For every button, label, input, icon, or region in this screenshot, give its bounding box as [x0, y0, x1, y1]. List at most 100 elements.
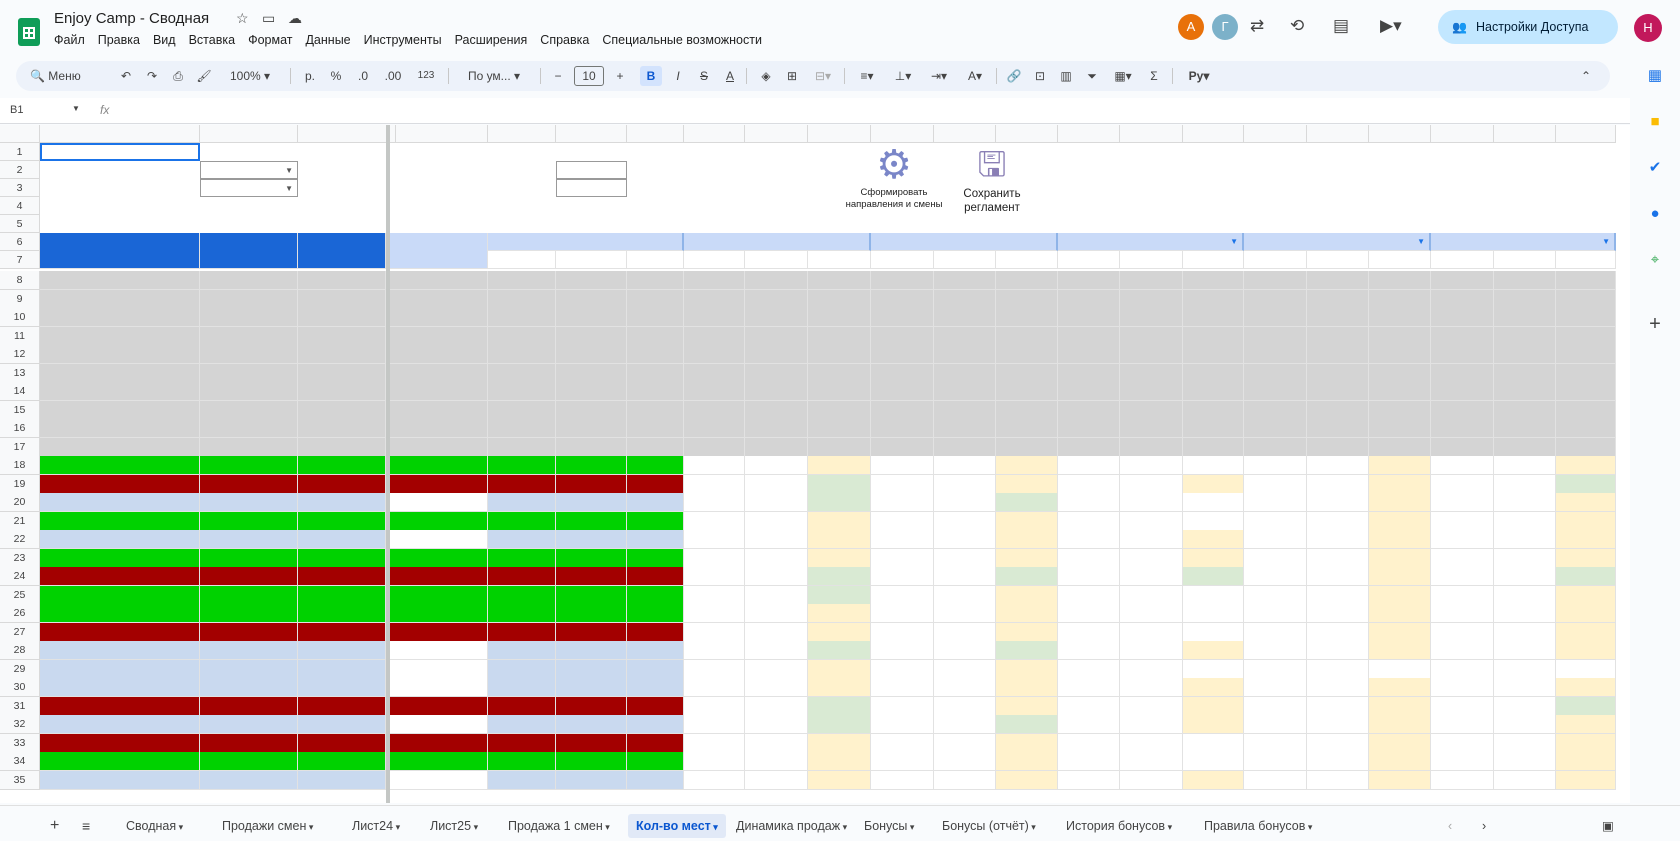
row-value[interactable]: [1183, 660, 1244, 679]
row-value[interactable]: [1244, 475, 1307, 494]
row-value[interactable]: [745, 382, 808, 401]
row-start-date[interactable]: [200, 475, 298, 494]
row-header[interactable]: 28: [0, 641, 40, 660]
row-area-name[interactable]: [40, 567, 200, 586]
text-rotation-icon[interactable]: A▾: [960, 66, 990, 86]
row-start-date[interactable]: [200, 308, 298, 327]
row-status[interactable]: [390, 678, 488, 697]
row-value[interactable]: [1244, 771, 1307, 790]
row-value[interactable]: [1307, 567, 1369, 586]
column-header[interactable]: [488, 125, 556, 143]
row-value[interactable]: [871, 752, 934, 771]
row-value[interactable]: [1369, 419, 1431, 438]
row-status[interactable]: [390, 641, 488, 660]
row-value[interactable]: [745, 623, 808, 642]
row-value[interactable]: [1058, 752, 1120, 771]
row-value[interactable]: [745, 549, 808, 568]
row-value[interactable]: [934, 549, 996, 568]
header-group[interactable]: [871, 233, 1058, 251]
row-value[interactable]: [488, 271, 556, 290]
row-value[interactable]: [808, 549, 871, 568]
row-value[interactable]: [934, 771, 996, 790]
menu-item[interactable]: Вставка: [189, 33, 242, 47]
header-sub[interactable]: [808, 251, 871, 269]
row-value[interactable]: [1369, 623, 1431, 642]
row-value[interactable]: [1244, 345, 1307, 364]
header-group[interactable]: ▼: [1244, 233, 1431, 251]
row-value[interactable]: [1120, 641, 1183, 660]
row-value[interactable]: [627, 734, 684, 753]
row-value[interactable]: [1120, 771, 1183, 790]
row-value[interactable]: [488, 456, 556, 475]
avatar-a[interactable]: А: [1178, 14, 1204, 40]
row-value[interactable]: [996, 641, 1058, 660]
row-value[interactable]: [1183, 734, 1244, 753]
row-value[interactable]: [684, 438, 745, 457]
row-start-date[interactable]: [200, 382, 298, 401]
vertical-align-icon[interactable]: ⊥▾: [888, 66, 918, 86]
row-value[interactable]: [745, 771, 808, 790]
row-value[interactable]: [627, 493, 684, 512]
row-value[interactable]: [1431, 771, 1494, 790]
collapse-toolbar-icon[interactable]: ⌃: [1576, 66, 1596, 86]
row-value[interactable]: [488, 604, 556, 623]
row-value[interactable]: [1494, 493, 1556, 512]
menu-item[interactable]: Специальные возможности: [602, 33, 769, 47]
row-value[interactable]: [627, 586, 684, 605]
row-status[interactable]: [390, 715, 488, 734]
row-value[interactable]: [1183, 604, 1244, 623]
row-value[interactable]: [1494, 752, 1556, 771]
row-value[interactable]: [488, 382, 556, 401]
row-value[interactable]: [556, 401, 627, 420]
row-area-name[interactable]: [40, 697, 200, 716]
row-value[interactable]: [1431, 364, 1494, 383]
tasks-icon[interactable]: ✔: [1645, 158, 1665, 178]
row-value[interactable]: [1431, 586, 1494, 605]
row-value[interactable]: [1369, 493, 1431, 512]
row-value[interactable]: [808, 364, 871, 383]
row-header[interactable]: 22: [0, 530, 40, 549]
column-header[interactable]: [40, 125, 200, 143]
row-value[interactable]: [745, 271, 808, 290]
row-value[interactable]: [808, 715, 871, 734]
row-value[interactable]: [627, 771, 684, 790]
row-value[interactable]: [1431, 271, 1494, 290]
row-value[interactable]: [627, 308, 684, 327]
row-start-date[interactable]: [200, 456, 298, 475]
row-value[interactable]: [745, 308, 808, 327]
row-area-name[interactable]: [40, 604, 200, 623]
header-sub[interactable]: [556, 251, 627, 269]
row-value[interactable]: [488, 641, 556, 660]
row-value[interactable]: [1307, 456, 1369, 475]
row-value[interactable]: [627, 549, 684, 568]
row-value[interactable]: [745, 715, 808, 734]
row-start-date[interactable]: [200, 493, 298, 512]
row-value[interactable]: [1244, 530, 1307, 549]
row-value[interactable]: [1183, 586, 1244, 605]
row-value[interactable]: [1120, 604, 1183, 623]
row-value[interactable]: [1058, 382, 1120, 401]
row-value[interactable]: [1120, 308, 1183, 327]
row-end-date[interactable]: [298, 364, 386, 383]
name-box[interactable]: B1 ▼: [10, 104, 80, 116]
sheets-logo-icon[interactable]: [18, 18, 40, 46]
row-value[interactable]: [1494, 512, 1556, 531]
row-value[interactable]: [556, 327, 627, 346]
row-header[interactable]: 33: [0, 734, 40, 753]
row-value[interactable]: [1494, 586, 1556, 605]
row-value[interactable]: [1244, 271, 1307, 290]
row-value[interactable]: [1183, 364, 1244, 383]
row-end-date[interactable]: [298, 438, 386, 457]
row-value[interactable]: [488, 438, 556, 457]
row-start-date[interactable]: [200, 549, 298, 568]
row-value[interactable]: [1556, 530, 1616, 549]
row-value[interactable]: [488, 401, 556, 420]
row-value[interactable]: [684, 567, 745, 586]
row-value[interactable]: [627, 530, 684, 549]
row-header[interactable]: 6: [0, 233, 40, 251]
row-value[interactable]: [871, 271, 934, 290]
row-value[interactable]: [934, 678, 996, 697]
header-group[interactable]: [684, 233, 871, 251]
row-value[interactable]: [556, 271, 627, 290]
row-status[interactable]: [390, 586, 488, 605]
